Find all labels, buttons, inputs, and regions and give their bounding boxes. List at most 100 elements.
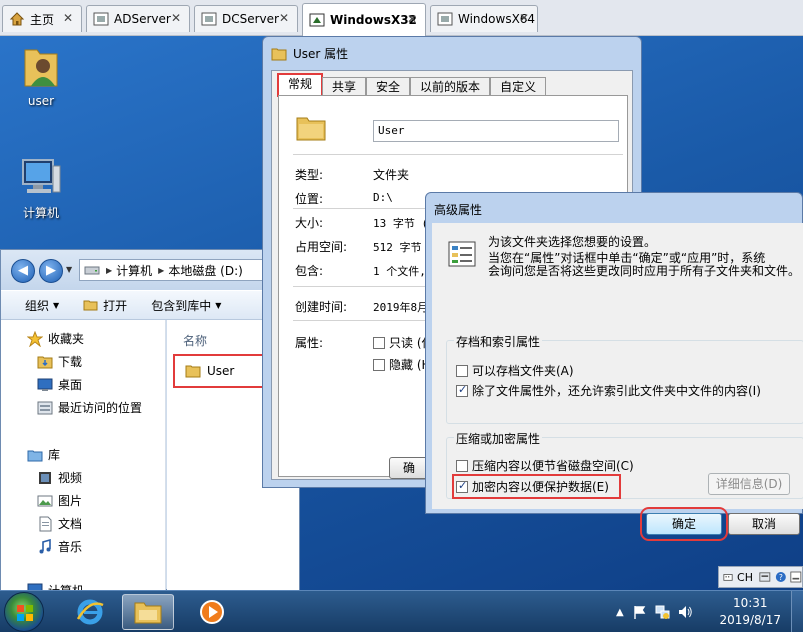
tab-dcserver-label: DCServer: [222, 12, 279, 26]
home-icon: [9, 12, 25, 26]
help-icon[interactable]: ?: [775, 570, 787, 584]
desktop-icon-computer-label: 计算机: [22, 206, 59, 220]
archive-checkbox[interactable]: 可以存档文件夹(A): [456, 362, 574, 379]
sidebar-item-libraries[interactable]: 库: [27, 446, 60, 463]
tab-sharing[interactable]: 共享: [322, 77, 367, 96]
documents-icon: [39, 516, 52, 531]
sidebar-item-favorites[interactable]: 收藏夹: [27, 330, 84, 347]
advanced-dialog-body: 为该文件夹选择您想要的设置。 当您在“属性”对话框中单击“确定”或“应用”时，系…: [432, 223, 803, 509]
start-button[interactable]: [4, 592, 44, 632]
ok-button[interactable]: 确定: [640, 507, 728, 541]
tab-home[interactable]: 主页 ✕: [2, 5, 82, 32]
minimize-language-bar-icon[interactable]: [790, 570, 802, 584]
taskbar-explorer-button[interactable]: [122, 594, 174, 630]
taskbar-ie-button[interactable]: [64, 594, 116, 630]
advanced-settings-icon: [448, 241, 476, 267]
close-icon[interactable]: ✕: [405, 13, 419, 27]
address-bar[interactable]: ▶ 计算机 ▶ 本地磁盘 (D:): [79, 259, 265, 281]
forward-button[interactable]: ▶: [39, 259, 63, 283]
size-value: 13 字节 (: [373, 217, 429, 230]
tab-windowsx32[interactable]: WindowsX32 ✕: [302, 3, 426, 36]
properties-ok-button[interactable]: 确: [389, 457, 429, 479]
tab-dcserver[interactable]: DCServer ✕: [194, 5, 298, 32]
tab-adserver[interactable]: ADServer ✕: [86, 5, 190, 32]
open-button[interactable]: 打开: [83, 297, 127, 314]
close-icon[interactable]: ✕: [277, 12, 291, 26]
clock[interactable]: 10:31 2019/8/17: [719, 595, 781, 629]
tab-previous-versions[interactable]: 以前的版本: [410, 77, 491, 96]
breadcrumb-local-disk[interactable]: ▶ 本地磁盘 (D:): [158, 262, 243, 279]
file-item-user[interactable]: User: [173, 354, 265, 388]
desktop: user 计算机 ◀ ▶ ▼ ▶ 计算机 ▶ 本地磁盘 (D:) 组织 ▼ 打开…: [0, 36, 803, 590]
folder-icon: [271, 48, 287, 60]
breadcrumb-arrow-icon: ▶: [106, 265, 113, 275]
taskbar-media-player-button[interactable]: [186, 594, 238, 630]
close-icon[interactable]: ✕: [517, 12, 531, 26]
type-value: 文件夹: [373, 168, 410, 182]
properties-title: User 属性: [293, 47, 349, 61]
back-arrow-icon: ◀: [18, 263, 28, 278]
music-icon: [39, 538, 51, 553]
archive-checkbox-box[interactable]: [456, 365, 468, 377]
action-center-flag-icon[interactable]: [631, 604, 647, 620]
close-icon[interactable]: ✕: [61, 12, 75, 26]
history-dropdown-icon[interactable]: ▼: [66, 265, 72, 274]
readonly-checkbox-box[interactable]: [373, 337, 385, 349]
column-header-name[interactable]: 名称: [183, 332, 207, 349]
details-button[interactable]: 详细信息(D): [708, 473, 790, 495]
folder-icon: [185, 365, 201, 378]
encrypt-checkbox-box[interactable]: [456, 479, 468, 493]
back-button[interactable]: ◀: [11, 259, 35, 283]
star-icon: [27, 330, 43, 347]
sidebar-item-downloads[interactable]: 下载: [37, 353, 82, 370]
sidebar-item-videos[interactable]: 视频: [37, 469, 82, 486]
index-checkbox[interactable]: 除了文件属性外，还允许索引此文件夹中文件的内容(I): [456, 382, 761, 399]
language-indicator[interactable]: CH: [737, 571, 753, 584]
sidebar-item-computer[interactable]: 计算机: [27, 582, 84, 590]
tab-customize[interactable]: 自定义: [490, 77, 547, 96]
index-checkbox-box[interactable]: [456, 383, 468, 397]
tab-general[interactable]: 常规: [276, 73, 324, 97]
breadcrumb-computer[interactable]: ▶ 计算机: [106, 262, 152, 279]
contains-label: 包含:: [295, 264, 324, 278]
location-label: 位置:: [295, 192, 324, 206]
show-hidden-icons-icon[interactable]: ▲: [616, 607, 624, 618]
compress-checkbox-box[interactable]: [456, 460, 468, 472]
media-player-icon: [200, 600, 224, 624]
sidebar-item-documents[interactable]: 文档: [37, 515, 82, 532]
desktop-icon-computer[interactable]: 计算机: [6, 156, 76, 221]
sidebar-item-recent[interactable]: 最近访问的位置: [37, 399, 142, 416]
desktop-icon-user[interactable]: user: [6, 42, 76, 108]
clock-time: 10:31: [732, 596, 768, 610]
sidebar-item-music[interactable]: 音乐: [37, 538, 82, 555]
encrypt-checkbox[interactable]: 加密内容以便保护数据(E): [452, 474, 621, 499]
vm-icon: [309, 13, 325, 27]
hidden-checkbox-box[interactable]: [373, 359, 385, 371]
compress-checkbox[interactable]: 压缩内容以便节省磁盘空间(C): [456, 457, 634, 474]
library-icon: [27, 450, 43, 461]
close-icon[interactable]: ✕: [169, 12, 183, 26]
folder-large-icon: [296, 117, 326, 141]
include-in-library-button[interactable]: 包含到库中 ▼: [151, 297, 221, 314]
desktop-icon: [37, 378, 53, 391]
tab-windowsx64[interactable]: WindowsX64 ✕: [430, 5, 538, 32]
type-label: 类型:: [295, 168, 324, 182]
tab-security[interactable]: 安全: [366, 77, 411, 96]
user-folder-icon: [24, 49, 58, 87]
volume-icon[interactable]: [677, 604, 693, 620]
sidebar-item-pictures[interactable]: 图片: [37, 492, 82, 509]
pictures-icon: [37, 495, 53, 506]
cancel-button[interactable]: 取消: [728, 513, 800, 535]
advanced-description-1: 为该文件夹选择您想要的设置。: [488, 235, 657, 249]
advanced-dialog-title[interactable]: 高级属性: [434, 201, 482, 218]
language-bar: CH ?: [718, 566, 803, 588]
drive-icon: [84, 266, 100, 275]
organize-button[interactable]: 组织 ▼: [25, 297, 59, 314]
properties-title-bar[interactable]: User 属性: [271, 45, 348, 62]
network-icon[interactable]: [654, 604, 670, 620]
sidebar-item-desktop[interactable]: 桌面: [37, 376, 82, 393]
ime-icon[interactable]: [759, 570, 771, 584]
folder-name-input[interactable]: User: [373, 120, 619, 142]
show-desktop-button[interactable]: [791, 591, 803, 632]
internet-explorer-icon: [76, 599, 104, 625]
